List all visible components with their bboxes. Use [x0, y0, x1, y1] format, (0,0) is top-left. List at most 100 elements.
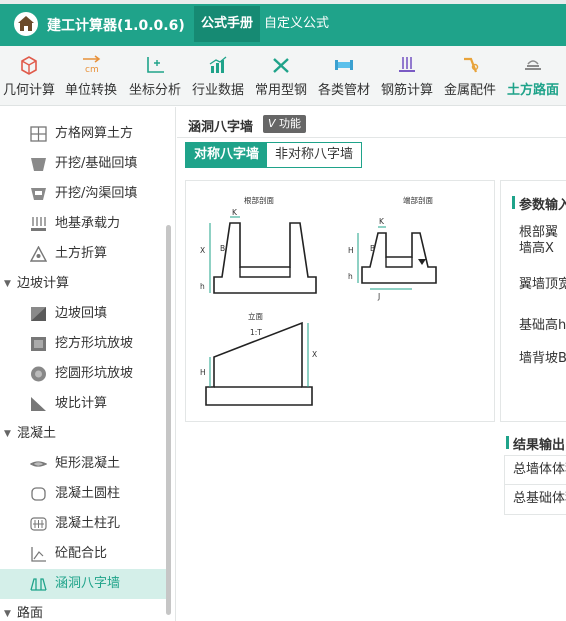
label-j-end: J [377, 292, 380, 301]
tool-label: 常用型钢 [254, 83, 307, 98]
sidebar-item-label: 土方折算 [55, 246, 108, 261]
sidebar-item-round-pit[interactable]: 挖圆形坑放坡 [0, 359, 166, 389]
end-section-title: 端部剖面 [403, 195, 433, 205]
tool-label: 几何计算 [2, 83, 55, 98]
function-badge[interactable]: V 功能 [263, 115, 307, 133]
sidebar-item-excavation-foundation[interactable]: 开挖/基础回填 [0, 149, 166, 179]
cube-icon [21, 56, 37, 75]
tool-coordinate[interactable]: 坐标分析 [126, 46, 184, 106]
tool-industry-data[interactable]: 行业数据 [189, 46, 247, 106]
unit-convert-icon: cm [83, 55, 101, 75]
tool-common-steel[interactable]: 常用型钢 [252, 46, 310, 106]
foundation-icon [31, 217, 46, 231]
end-section-outline [361, 232, 437, 284]
tool-pipes[interactable]: 各类管材 [315, 46, 373, 106]
coordinate-icon [147, 57, 164, 73]
sidebar-item-slope-ratio[interactable]: 坡比计算 [0, 389, 166, 419]
tool-geometry[interactable]: 几何计算 [0, 46, 58, 106]
square-pit-icon [31, 337, 46, 351]
sidebar-item-column-hole[interactable]: 混凝土柱孔 [0, 509, 166, 539]
wing-wall-drawing: 根部剖面 K X h B 端部剖面 K H h B J 立面 1:T X H [200, 195, 437, 406]
chevron-down-icon: ▼ [4, 279, 11, 289]
tool-label: 行业数据 [191, 83, 244, 98]
sidebar-group-label: 边坡计算 [17, 276, 70, 291]
result-row-base-volume: 总基础体积 [505, 485, 566, 514]
trench-icon [31, 158, 46, 171]
label-k-end: K [379, 217, 385, 226]
label-h-end: H [348, 246, 354, 255]
label-x-elevation: X [312, 350, 317, 359]
column-hole-icon [30, 517, 47, 531]
sidebar-item-grid-earthwork[interactable]: 方格网算土方 [0, 119, 166, 149]
grid-icon [30, 126, 47, 142]
window-top-strip [0, 0, 566, 4]
sidebar-item-label: 开挖/基础回填 [55, 156, 138, 171]
tool-earthwork-road[interactable]: 土方路面 [504, 46, 562, 106]
mix-ratio-icon [31, 547, 46, 562]
chevron-down-icon: ▼ [4, 609, 11, 619]
tool-rebar[interactable]: 钢筋计算 [378, 46, 436, 106]
tool-label: 各类管材 [317, 83, 370, 98]
tool-label: 土方路面 [506, 83, 559, 98]
label-slope-ratio: 1:T [250, 328, 262, 337]
elevation-title: 立面 [248, 311, 263, 321]
sidebar-item-slope-backfill[interactable]: 边坡回填 [0, 299, 166, 329]
svg-text:cm: cm [85, 65, 99, 75]
chevron-down-icon: ▼ [4, 429, 11, 439]
sidebar-item-label: 挖圆形坑放坡 [55, 366, 134, 381]
app-title: 建工计算器(1.0.0.6) [47, 18, 185, 34]
label-x-root: X [200, 246, 205, 255]
sidebar-scrollbar[interactable] [166, 225, 171, 615]
param-label-top-width: 翼墙顶宽 [519, 277, 566, 292]
sidebar-item-label: 挖方形坑放坡 [55, 336, 134, 351]
divider [177, 137, 566, 138]
sidebar-item-mix-ratio[interactable]: 砼配合比 [0, 539, 166, 569]
sidebar-item-excavation-channel[interactable]: 开挖/沟渠回填 [0, 179, 166, 209]
cylinder-icon [31, 487, 46, 501]
page-title: 涵洞八字墙 [188, 120, 254, 135]
sidebar: 方格网算土方 开挖/基础回填 开挖/沟渠回填 地基承载力 土方折算 ▼ 边坡计算… [0, 107, 176, 621]
metal-fitting-icon [464, 57, 479, 73]
sidebar-group-label: 混凝土 [17, 426, 57, 441]
road-icon [525, 60, 541, 70]
sidebar-item-bearing-capacity[interactable]: 地基承载力 [0, 209, 166, 239]
section-title-results: 结果输出 [505, 434, 565, 453]
parameter-input-panel: 参数输入 根部翼墙高X 翼墙顶宽 基础高h 墙背坡B [500, 180, 566, 422]
segment-symmetric[interactable]: 对称八字墙 [185, 142, 269, 168]
section-title-params: 参数输入 [511, 194, 566, 213]
slope-icon [31, 307, 46, 321]
label-b-end: B [370, 244, 375, 253]
sidebar-group-slope[interactable]: ▼ 边坡计算 [0, 269, 166, 299]
sidebar-item-culvert-wing-wall[interactable]: 涵洞八字墙 [0, 569, 166, 599]
param-label-base-height: 基础高h [519, 318, 566, 333]
segment-asymmetric[interactable]: 非对称八字墙 [267, 142, 363, 168]
sidebar-group-concrete[interactable]: ▼ 混凝土 [0, 419, 166, 449]
sidebar-item-label: 混凝土圆柱 [55, 486, 121, 501]
label-k-root: K [232, 208, 238, 217]
tool-label: 单位转换 [64, 83, 117, 98]
channel-icon [31, 188, 46, 200]
sidebar-item-rect-concrete[interactable]: 矩形混凝土 [0, 449, 166, 479]
sidebar-item-label: 边坡回填 [55, 306, 108, 321]
root-section-outline [213, 222, 317, 294]
sidebar-item-label: 方格网算土方 [55, 126, 134, 141]
sidebar-item-square-pit[interactable]: 挖方形坑放坡 [0, 329, 166, 359]
sidebar-item-concrete-cylinder[interactable]: 混凝土圆柱 [0, 479, 166, 509]
param-label-root-height: 根部翼墙高X [519, 225, 559, 256]
tools-icon [273, 58, 289, 73]
tool-metal-fittings[interactable]: 金属配件 [441, 46, 499, 106]
param-label-back-slope: 墙背坡B [519, 351, 566, 366]
sidebar-item-earthwork-conversion[interactable]: 土方折算 [0, 239, 166, 269]
tool-unit-convert[interactable]: cm 单位转换 [62, 46, 120, 106]
app-logo-icon [14, 12, 38, 36]
tool-label: 坐标分析 [128, 83, 181, 98]
sidebar-group-road[interactable]: ▼ 路面 [0, 599, 166, 621]
sidebar-item-label: 开挖/沟渠回填 [55, 186, 138, 201]
function-badge-label: 功能 [279, 117, 302, 130]
root-section-title: 根部剖面 [244, 195, 274, 205]
sidebar-item-label: 砼配合比 [55, 546, 108, 561]
tab-custom-formula[interactable]: 自定义公式 [257, 6, 336, 42]
label-b-root: B [220, 244, 225, 253]
rebar-icon [399, 57, 415, 72]
tab-formula-manual[interactable]: 公式手册 [194, 6, 261, 42]
